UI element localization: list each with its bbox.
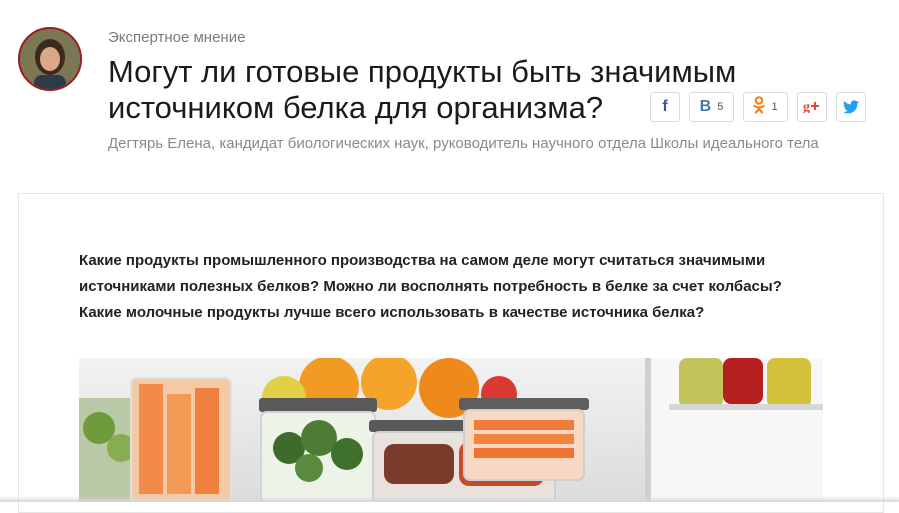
odnoklassniki-icon [753,95,766,119]
ok-share-count: 1 [771,101,778,113]
facebook-icon: f [662,98,668,115]
author-avatar[interactable] [18,27,82,91]
share-gplus-button[interactable]: g [797,92,827,122]
svg-text:g: g [803,100,810,113]
rubric-label[interactable]: Экспертное мнение [108,29,245,46]
bottom-edge-shadow [0,496,899,502]
share-ok-button[interactable]: 1 [743,92,788,122]
vk-icon: B [699,98,712,115]
article-photo [79,358,823,502]
share-twitter-button[interactable] [836,92,866,122]
vk-share-count: 5 [717,101,724,113]
google-plus-icon: g [803,99,821,116]
share-bar: f B 5 1 g [650,92,866,122]
article-lead: Какие продукты промышленного производств… [79,252,782,321]
author-byline: Дегтярь Елена, кандидат биологических на… [108,135,819,152]
twitter-icon [843,100,859,114]
share-facebook-button[interactable]: f [650,92,680,122]
share-vk-button[interactable]: B 5 [689,92,734,122]
